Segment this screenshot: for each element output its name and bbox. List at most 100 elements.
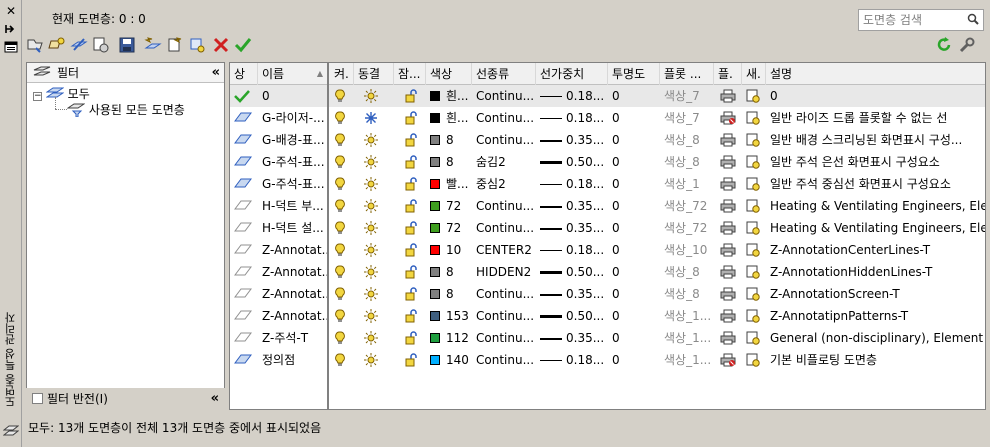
bulb-on-icon[interactable]: [330, 305, 354, 327]
unlock-icon[interactable]: [400, 85, 426, 107]
layer-lineweight[interactable]: 0.50...: [536, 151, 608, 173]
layer-plot-style[interactable]: 색상_8: [660, 151, 714, 173]
invert-filter-checkbox[interactable]: [32, 393, 43, 404]
table-row[interactable]: G-주석-표... 8 숨김2 0.50... 0 색상_8 일반 주석 은선 화면표시 구…: [230, 151, 985, 173]
sun-thawed-icon[interactable]: [360, 283, 394, 305]
layer-name[interactable]: Z-Annotat...: [258, 261, 328, 283]
layer-linetype[interactable]: CENTER2: [472, 239, 536, 261]
table-row[interactable]: 정의점 140 Continu... 0.18... 0 색상_1... 기본 비플로팅 도…: [230, 349, 985, 371]
layer-plot-style[interactable]: 색상_8: [660, 261, 714, 283]
sun-thawed-icon[interactable]: [360, 129, 394, 151]
layer-linetype[interactable]: 숨김2: [472, 151, 536, 173]
layer-transparency[interactable]: 0: [608, 349, 660, 371]
layer-linetype[interactable]: Continu...: [472, 283, 536, 305]
new-vp-freeze-icon[interactable]: [742, 217, 766, 239]
layer-plot-style[interactable]: 색상_72: [660, 217, 714, 239]
col-description[interactable]: 설명: [766, 63, 985, 85]
properties-icon[interactable]: [4, 40, 18, 54]
layer-description[interactable]: 일반 주석 은선 화면표시 구성요소: [766, 151, 985, 173]
printer-icon[interactable]: [716, 305, 742, 327]
new-vp-freeze-icon[interactable]: [742, 283, 766, 305]
layer-color[interactable]: 153: [426, 305, 472, 327]
layer-transparency[interactable]: 0: [608, 327, 660, 349]
layer-lineweight[interactable]: 0.18...: [536, 107, 608, 129]
layer-name[interactable]: G-주석-표...: [258, 173, 328, 195]
new-vp-freeze-icon[interactable]: [742, 195, 766, 217]
col-color[interactable]: 색상: [426, 63, 472, 85]
layer-linetype[interactable]: Continu...: [472, 349, 536, 371]
layer-states-manager-icon[interactable]: [70, 36, 88, 54]
layer-linetype[interactable]: Continu...: [472, 195, 536, 217]
layer-lineweight[interactable]: 0.18...: [536, 173, 608, 195]
layer-color[interactable]: 72: [426, 195, 472, 217]
layer-linetype[interactable]: Continu...: [472, 305, 536, 327]
tree-toggle-icon[interactable]: −: [33, 92, 42, 101]
layer-name[interactable]: G-배경-표...: [258, 129, 328, 151]
layer-name[interactable]: Z-주석-T: [258, 327, 328, 349]
layer-color[interactable]: 빨...: [426, 173, 472, 195]
layer-color[interactable]: 112: [426, 327, 472, 349]
layer-description[interactable]: Z-AnnotationScreen-T: [766, 283, 985, 305]
layer-color[interactable]: 8: [426, 283, 472, 305]
printer-icon[interactable]: [716, 239, 742, 261]
col-linetype[interactable]: 선종류: [472, 63, 536, 85]
layer-lineweight[interactable]: 0.35...: [536, 327, 608, 349]
col-freeze[interactable]: 동결: [354, 63, 394, 85]
bulb-on-icon[interactable]: [330, 85, 354, 107]
new-vp-freeze-icon[interactable]: [742, 305, 766, 327]
layer-description[interactable]: 일반 라이즈 드롭 플롯할 수 없는 선: [766, 107, 985, 129]
layer-color[interactable]: 흰...: [426, 107, 472, 129]
layer-transparency[interactable]: 0: [608, 239, 660, 261]
refresh-icon[interactable]: [935, 36, 953, 54]
layer-description[interactable]: 기본 비플로팅 도면층: [766, 349, 985, 371]
table-row[interactable]: Z-Annotat... 8 Continu... 0.35... 0 색상_8 Z-Ann…: [230, 283, 985, 305]
layer-description[interactable]: Heating & Ventilating Engineers, Ele...: [766, 195, 985, 217]
sun-thawed-icon[interactable]: [360, 151, 394, 173]
collapse-filter-icon[interactable]: «: [212, 63, 220, 83]
new-vp-freeze-icon[interactable]: [742, 239, 766, 261]
delete-layer-icon[interactable]: [212, 36, 230, 54]
layer-description[interactable]: Z-AnnotatipnPatterns-T: [766, 305, 985, 327]
layer-linetype[interactable]: Continu...: [472, 129, 536, 151]
layer-transparency[interactable]: 0: [608, 305, 660, 327]
unlock-icon[interactable]: [400, 217, 426, 239]
layer-name[interactable]: 정의점: [258, 349, 328, 371]
table-row[interactable]: H-덕트 부... 72 Continu... 0.35... 0 색상_72 Heatin…: [230, 195, 985, 217]
col-plot-style[interactable]: 플롯 ...: [660, 63, 714, 85]
save-icon[interactable]: [118, 36, 136, 54]
layer-lineweight[interactable]: 0.35...: [536, 195, 608, 217]
layer-color[interactable]: 10: [426, 239, 472, 261]
printer-icon[interactable]: [716, 85, 742, 107]
layer-transparency[interactable]: 0: [608, 129, 660, 151]
layer-lineweight[interactable]: 0.35...: [536, 283, 608, 305]
layer-description[interactable]: Z-AnnotationHiddenLines-T: [766, 261, 985, 283]
bulb-on-icon[interactable]: [330, 261, 354, 283]
layer-plot-style[interactable]: 색상_1...: [660, 349, 714, 371]
unlock-icon[interactable]: [400, 261, 426, 283]
layer-color[interactable]: 72: [426, 217, 472, 239]
bulb-on-icon[interactable]: [330, 173, 354, 195]
printer-icon[interactable]: [716, 261, 742, 283]
layer-plot-style[interactable]: 색상_10: [660, 239, 714, 261]
unlock-icon[interactable]: [400, 195, 426, 217]
bulb-on-icon[interactable]: [330, 151, 354, 173]
new-vp-freeze-icon[interactable]: [742, 129, 766, 151]
layer-name[interactable]: Z-Annotat...: [258, 283, 328, 305]
layer-lineweight[interactable]: 0.50...: [536, 261, 608, 283]
layer-linetype[interactable]: HIDDEN2: [472, 261, 536, 283]
layer-lineweight[interactable]: 0.18...: [536, 239, 608, 261]
collapse-bottom-icon[interactable]: «: [211, 388, 219, 410]
snowflake-frozen-icon[interactable]: [360, 107, 394, 129]
bulb-on-icon[interactable]: [330, 283, 354, 305]
bulb-on-icon[interactable]: [330, 129, 354, 151]
sun-thawed-icon[interactable]: [360, 349, 394, 371]
layer-color[interactable]: 140: [426, 349, 472, 371]
bulb-on-icon[interactable]: [330, 349, 354, 371]
col-on[interactable]: 켜.: [330, 63, 354, 85]
layer-description[interactable]: 일반 배경 스크리닝된 화면표시 구성...: [766, 129, 985, 151]
layer-transparency[interactable]: 0: [608, 107, 660, 129]
new-vp-freeze-icon[interactable]: [742, 349, 766, 371]
table-row[interactable]: H-덕트 설... 72 Continu... 0.35... 0 색상_72 Heatin…: [230, 217, 985, 239]
unlock-icon[interactable]: [400, 239, 426, 261]
unlock-icon[interactable]: [400, 107, 426, 129]
